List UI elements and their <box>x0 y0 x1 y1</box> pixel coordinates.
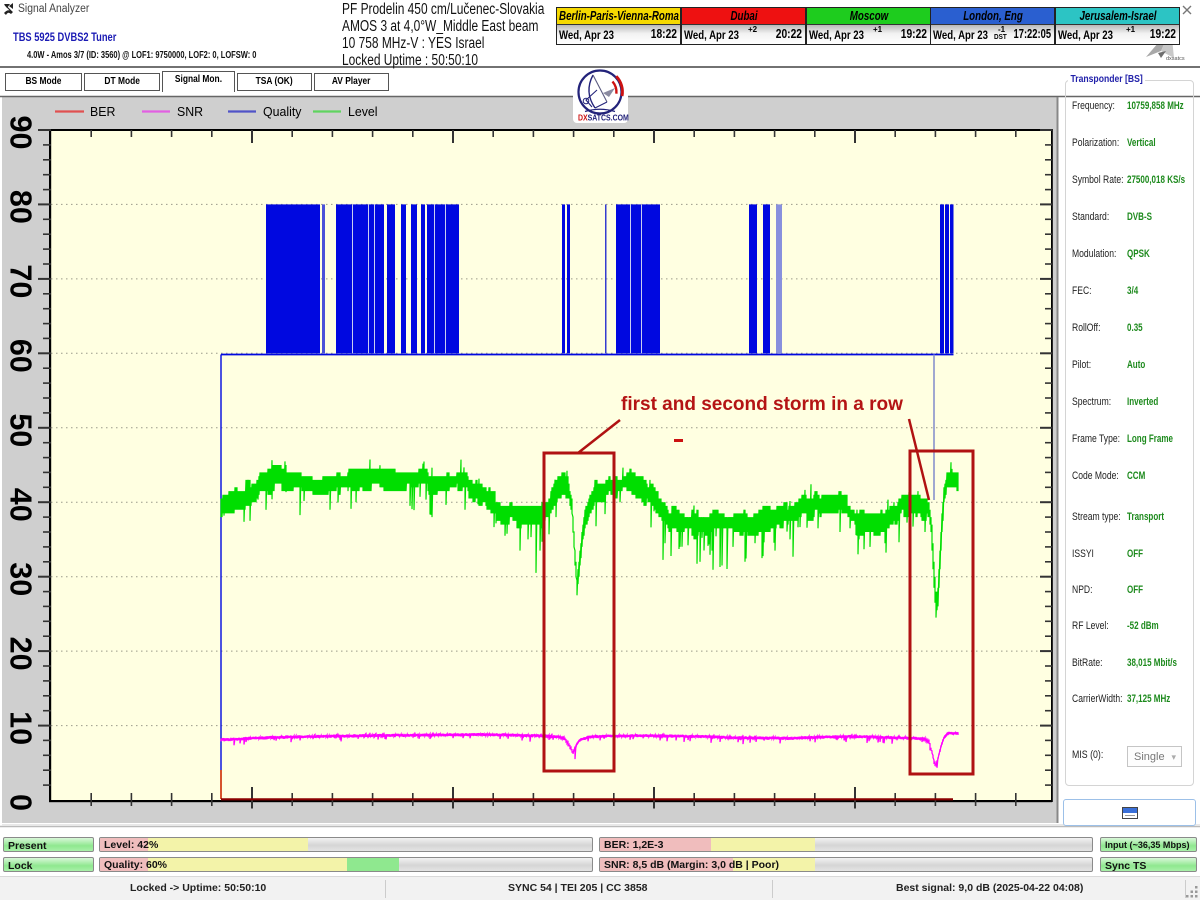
svg-text:0: 0 <box>4 794 38 811</box>
svg-text:20: 20 <box>4 637 38 671</box>
svg-text:80: 80 <box>4 190 38 224</box>
svg-text:90: 90 <box>4 116 38 150</box>
svg-text:dxsatcs: dxsatcs <box>1166 56 1185 62</box>
svg-text:70: 70 <box>4 264 38 298</box>
svg-text:40: 40 <box>4 488 38 522</box>
svg-text:60: 60 <box>4 339 38 373</box>
svg-text:10: 10 <box>4 711 38 745</box>
svg-text:DXSATCS.COM: DXSATCS.COM <box>578 113 629 123</box>
svg-text:30: 30 <box>4 562 38 596</box>
svg-text:50: 50 <box>4 413 38 447</box>
